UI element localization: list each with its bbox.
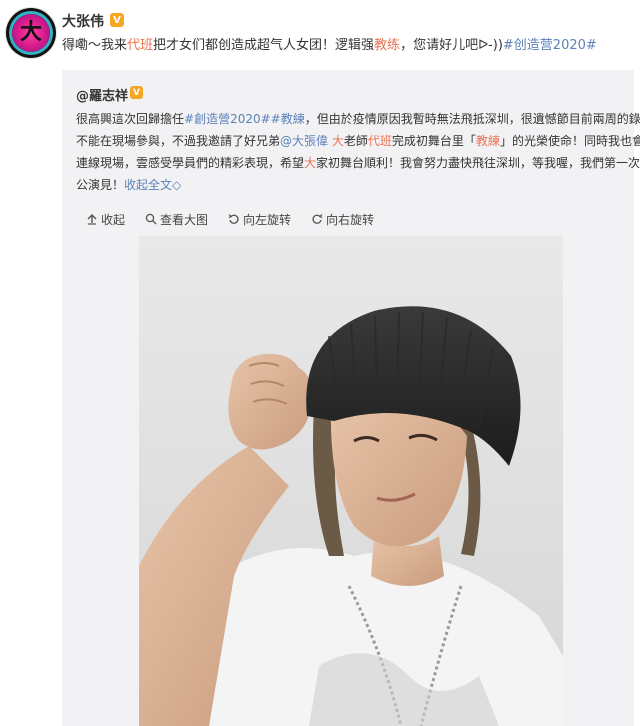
rotate-left-label: 向左旋转 <box>243 212 292 227</box>
text-segment: ，但由於疫情原因我暫時無法飛抵深圳，很遺憾節目前兩周的錄制 <box>304 112 640 126</box>
hashtag-link[interactable]: #教練 <box>271 112 305 126</box>
hashtag-link[interactable]: #創造營2020# <box>184 112 271 126</box>
inline-link[interactable]: 大 <box>332 134 344 148</box>
rotate-right-button[interactable]: 向右旋转 <box>311 210 374 228</box>
text-segment: 不能在現場參與，不過我邀請了好兄弟 <box>76 134 281 148</box>
repost-vip-badge-icon: V <box>130 86 143 99</box>
repost-text-line: 公演見！收起全文◇ <box>76 174 624 196</box>
text-segment: ，您请好儿吧ᐅ-)) <box>400 38 503 53</box>
avatar-char: 大 <box>19 20 42 45</box>
collapse-button[interactable]: 收起 <box>86 210 125 228</box>
photo-illustration <box>139 236 563 726</box>
inline-link[interactable]: 教練 <box>476 134 500 148</box>
repost-box: @羅志祥 V 很高興這次回歸擔任#創造營2020##教練，但由於疫情原因我暫時無… <box>62 70 640 726</box>
collapse-label: 收起 <box>101 212 126 227</box>
repost-author[interactable]: @羅志祥 <box>76 85 128 104</box>
rotate-left-button[interactable]: 向左旋转 <box>228 210 291 228</box>
inline-link[interactable]: 代班 <box>368 134 392 148</box>
hashtag-link[interactable]: #创造营2020# <box>503 38 597 53</box>
view-large-label: 查看大图 <box>160 212 209 227</box>
post-text: 得嘞～我来代班把才女们都创造成超气人女团！逻辑强教练，您请好儿吧ᐅ-))#创造营… <box>62 36 632 56</box>
text-segment: 連線現場，雲感受學員們的精彩表現，希望 <box>76 156 305 170</box>
repost-text: 很高興這次回歸擔任#創造營2020##教練，但由於疫情原因我暫時無法飛抵深圳，很… <box>76 108 640 196</box>
collapse-icon <box>87 214 97 225</box>
inline-link[interactable]: 教练 <box>374 38 400 53</box>
author-avatar[interactable]: 大 <box>6 8 56 58</box>
view-large-button[interactable]: 查看大图 <box>145 210 208 228</box>
avatar-ring: 大 <box>12 14 50 52</box>
text-segment: 很高興這次回歸擔任 <box>76 112 185 126</box>
repost-text-line: 不能在現場參與，不過我邀請了好兄弟@大張偉 大老師代班完成初舞台里「教練」的光榮… <box>76 130 640 152</box>
rotate-left-icon <box>228 214 239 224</box>
image-toolbar: 收起 查看大图 向左旋转 向右旋转 <box>86 210 374 228</box>
magnify-icon <box>145 213 157 225</box>
text-segment: 得嘞～我来 <box>62 38 128 53</box>
hashtag-link[interactable]: @大張偉 <box>280 134 328 148</box>
text-segment: 」的光榮使命！同時我也會 <box>499 134 640 148</box>
text-segment: 家初舞台順利！我會努力盡快飛往深圳，等我喔，我們第一次 <box>316 156 640 170</box>
text-segment: 老師 <box>343 134 368 148</box>
repost-text-line: 很高興這次回歸擔任#創造營2020##教練，但由於疫情原因我暫時無法飛抵深圳，很… <box>76 108 640 130</box>
author-name[interactable]: 大张伟 <box>62 11 104 31</box>
hashtag-link[interactable]: 收起全文 <box>124 178 172 192</box>
hashtag-link[interactable]: ◇ <box>172 178 181 192</box>
rotate-right-label: 向右旋转 <box>326 212 375 227</box>
repost-text-line: 連線現場，雲感受學員們的精彩表現，希望大家初舞台順利！我會努力盡快飛往深圳，等我… <box>76 152 640 174</box>
text-segment: 完成初舞台里「 <box>391 134 476 148</box>
inline-link[interactable]: 代班 <box>127 38 153 53</box>
rotate-right-icon <box>312 214 323 224</box>
text-segment: 把才女们都创造成超气人女团！逻辑强 <box>153 38 375 53</box>
inline-link[interactable]: 大 <box>304 156 316 170</box>
text-segment: 公演見！ <box>76 178 125 192</box>
vip-badge-icon: V <box>110 13 124 27</box>
post-photo[interactable] <box>139 236 563 726</box>
